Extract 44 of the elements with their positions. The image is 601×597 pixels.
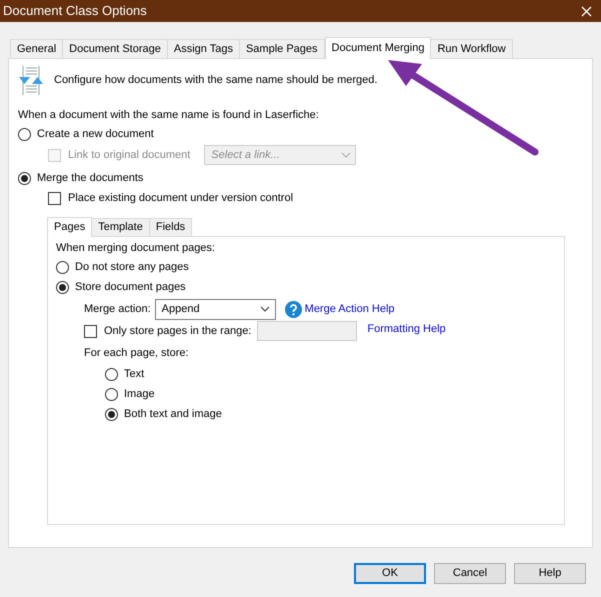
radio-label: Image	[124, 386, 155, 402]
dialog-button[interactable]: OK	[354, 563, 426, 584]
radio-label: Store document pages	[75, 280, 186, 295]
section-label: When merging document pages:	[56, 241, 216, 256]
checkbox-label: Only store pages in the range:	[104, 324, 252, 339]
dialog-button[interactable]: Help	[514, 563, 586, 584]
radio-button[interactable]	[56, 260, 69, 274]
range-input-field[interactable]	[257, 321, 358, 341]
tab[interactable]: Fields	[148, 218, 192, 236]
checkbox-label: Place existing document under version control	[68, 190, 294, 206]
radio-label: Text	[124, 366, 144, 382]
window-title: Document Class Options	[3, 2, 147, 20]
checkbox[interactable]	[84, 324, 97, 338]
help-link[interactable]: Merge Action Help	[304, 300, 395, 318]
radio-label: Merge the documents	[37, 170, 144, 186]
radio-button[interactable]	[105, 408, 118, 420]
caret-icon	[260, 306, 270, 312]
section-label: When a document with the same name is found in Laserfiche:	[18, 108, 320, 123]
tab[interactable]: Run Workflow	[430, 39, 513, 58]
radio-label: Both text and image	[124, 406, 222, 422]
radio-button[interactable]	[105, 368, 118, 380]
help-link[interactable]: Formatting Help	[367, 321, 446, 338]
radio-label: Create a new document	[37, 126, 154, 142]
checkbox-label: Link to original document	[68, 148, 190, 163]
tab[interactable]: Document Merging	[324, 37, 432, 59]
radio-button[interactable]	[56, 280, 69, 294]
dialog-button[interactable]: Cancel	[434, 563, 506, 584]
tab[interactable]: Pages	[47, 217, 92, 237]
section-label: For each page, store:	[83, 346, 190, 361]
document-merge-icon	[18, 64, 44, 96]
radio-button[interactable]	[18, 128, 31, 140]
field-label: Merge action:	[84, 302, 151, 317]
caret-icon	[341, 152, 352, 158]
radio-button[interactable]	[18, 172, 31, 184]
tab[interactable]: Sample Pages	[238, 39, 325, 58]
tab[interactable]: General	[10, 39, 64, 58]
checkbox[interactable]	[48, 192, 61, 204]
tab[interactable]: Template	[91, 218, 150, 236]
help-icon	[284, 300, 302, 318]
close-icon[interactable]	[581, 6, 592, 16]
radio-button[interactable]	[105, 388, 118, 400]
description-text: Configure how documents with the same name should be merged.	[54, 72, 378, 88]
merge-action-dropdown[interactable]: Append	[154, 298, 276, 320]
radio-label: Do not store any pages	[75, 260, 189, 275]
